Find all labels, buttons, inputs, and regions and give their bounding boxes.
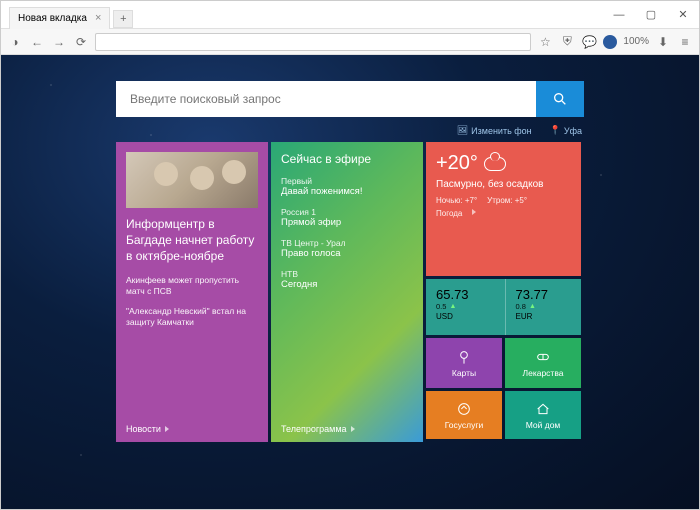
- url-bar[interactable]: [95, 33, 531, 51]
- globe-icon[interactable]: [603, 35, 617, 49]
- back-icon[interactable]: ←: [29, 34, 45, 50]
- weather-tile[interactable]: +20° Пасмурно, без осадков Ночью: +7°Утр…: [426, 142, 581, 276]
- maps-tile[interactable]: Карты: [426, 338, 502, 388]
- star-icon[interactable]: ☆: [537, 34, 553, 50]
- titlebar: Новая вкладка × + — ▢ ✕: [1, 1, 699, 29]
- pill-icon: [535, 349, 551, 365]
- news-headline: Информцентр в Багдаде начнет работу в ок…: [126, 216, 258, 265]
- search-icon: [552, 91, 568, 107]
- tv-tile[interactable]: Сейчас в эфире ПервыйДавай поженимся! Ро…: [271, 142, 423, 442]
- close-button[interactable]: ✕: [667, 3, 699, 27]
- minimize-button[interactable]: —: [603, 3, 635, 27]
- toolbar: ◑ ← → ⟳ ☆ ⛨ 💬 100% ⬇ ≡: [1, 29, 699, 55]
- browser-tab[interactable]: Новая вкладка ×: [9, 7, 110, 29]
- menu-icon[interactable]: ≡: [677, 34, 693, 50]
- change-background-link[interactable]: 🖼 Изменить фон: [457, 125, 532, 136]
- house-icon: [535, 401, 551, 417]
- drugs-tile[interactable]: Лекарства: [505, 338, 581, 388]
- rates-tile[interactable]: 65.73 0.5▲ USD 73.77 0.8▲ EUR: [426, 279, 581, 335]
- search-input[interactable]: [116, 81, 536, 117]
- home-icon[interactable]: ◑: [7, 34, 23, 50]
- chat-icon[interactable]: 💬: [581, 34, 597, 50]
- hand-icon: [456, 401, 472, 417]
- cloud-icon: [484, 157, 506, 171]
- news-item: "Александр Невский" встал на защиту Камч…: [126, 306, 258, 329]
- news-tile[interactable]: Информцентр в Багдаде начнет работу в ок…: [116, 142, 268, 442]
- news-footer[interactable]: Новости: [126, 424, 169, 434]
- zoom-level: 100%: [623, 36, 649, 47]
- new-tab-button[interactable]: +: [113, 10, 133, 28]
- news-image: [126, 152, 258, 208]
- page-content: 🖼 Изменить фон 📍 Уфа Информцентр в Багда…: [1, 55, 699, 509]
- forward-icon[interactable]: →: [51, 34, 67, 50]
- shield-icon[interactable]: ⛨: [559, 34, 575, 50]
- search-button[interactable]: [536, 81, 584, 117]
- pin-icon: [456, 349, 472, 365]
- usd-rate: 65.73: [436, 287, 492, 302]
- tv-footer[interactable]: Телепрограмма: [281, 424, 355, 434]
- tv-heading: Сейчас в эфире: [281, 152, 413, 166]
- reload-icon[interactable]: ⟳: [73, 34, 89, 50]
- tab-title: Новая вкладка: [18, 13, 87, 24]
- eur-rate: 73.77: [516, 287, 572, 302]
- news-item: Акинфеев может пропустить матч с ПСВ: [126, 275, 258, 298]
- downloads-icon[interactable]: ⬇: [655, 34, 671, 50]
- search-bar: [116, 81, 584, 117]
- location-link[interactable]: 📍 Уфа: [550, 125, 582, 136]
- home-tile[interactable]: Мой дом: [505, 391, 581, 439]
- maximize-button[interactable]: ▢: [635, 3, 667, 27]
- close-icon[interactable]: ×: [95, 12, 101, 24]
- gosuslugi-tile[interactable]: Госуслуги: [426, 391, 502, 439]
- weather-temp: +20°: [436, 152, 478, 175]
- weather-desc: Пасмурно, без осадков: [436, 178, 571, 191]
